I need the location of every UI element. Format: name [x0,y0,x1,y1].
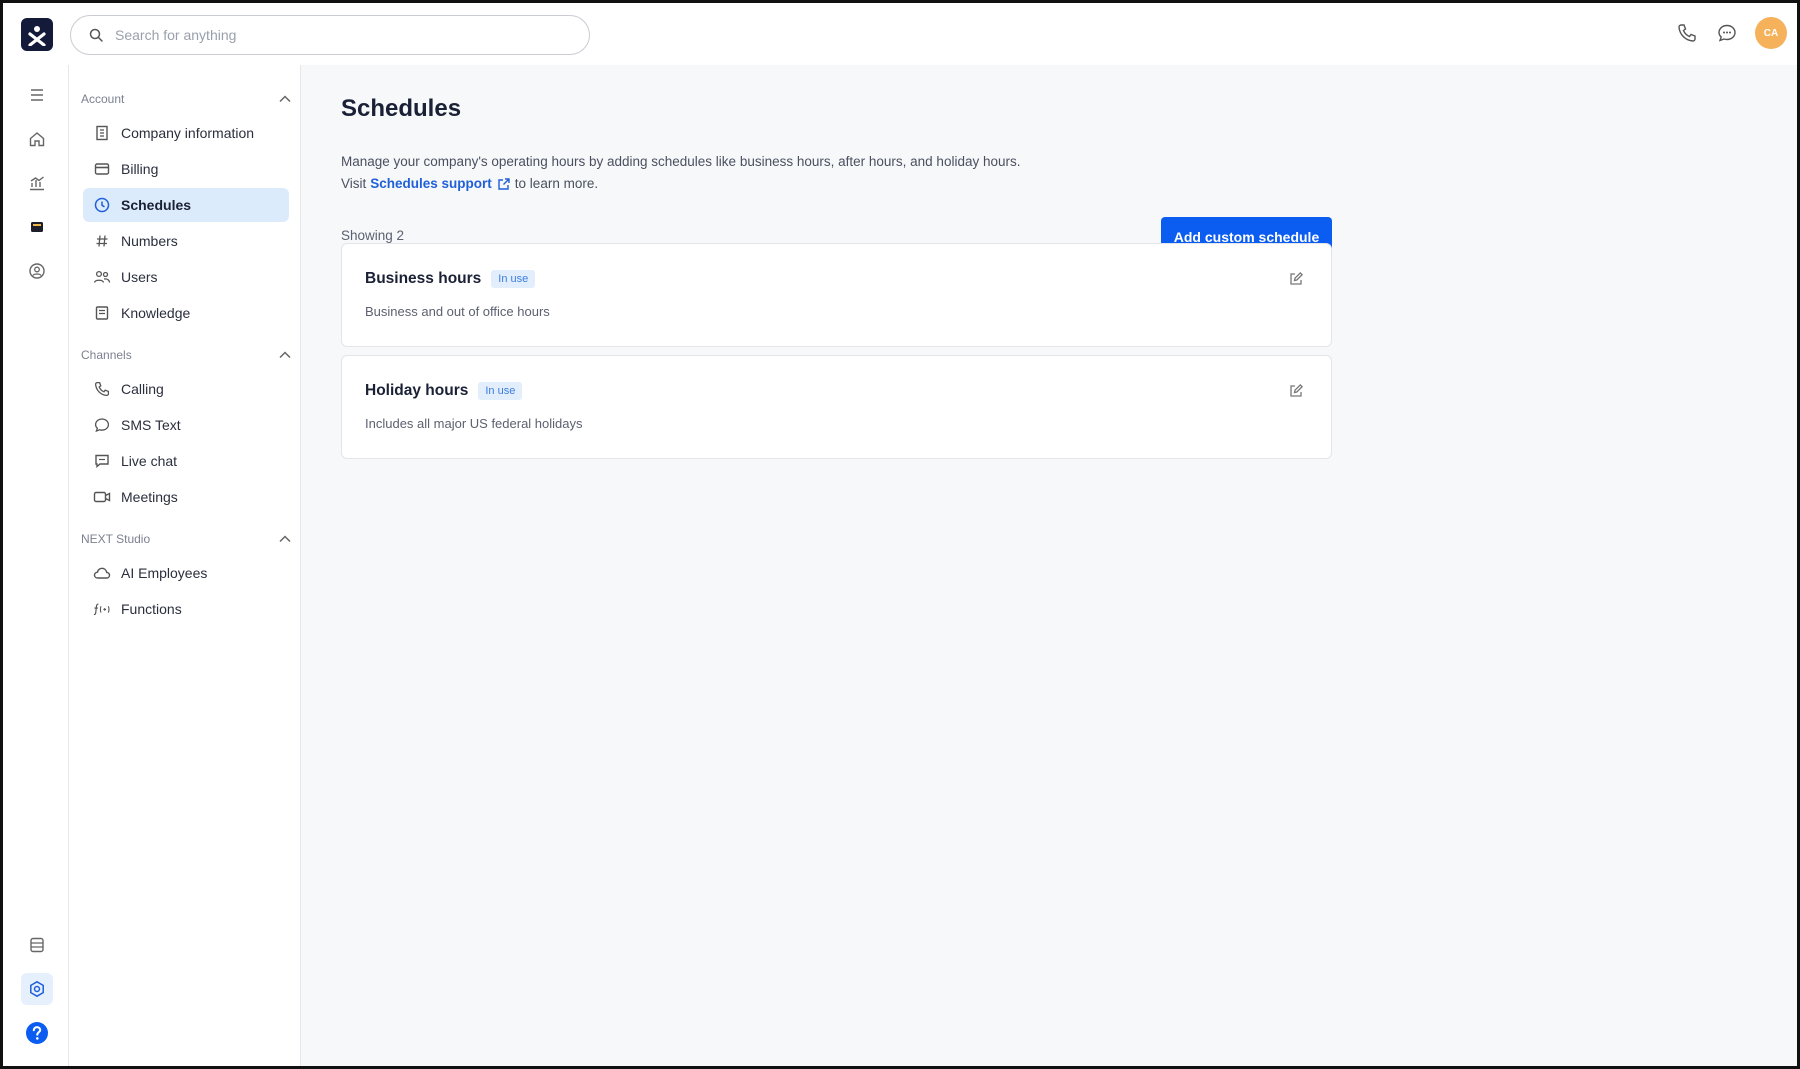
schedule-description: Includes all major US federal holidays [365,416,583,431]
sidebar-item-label: Knowledge [121,305,191,321]
card-title-row: Holiday hours In use [365,382,523,400]
users-icon [93,268,111,286]
chevron-up-icon[interactable] [279,535,291,543]
page-title: Schedules [341,95,462,122]
video-icon [93,488,111,506]
sidebar-item-label: Calling [121,381,164,397]
section-channels[interactable]: Channels [81,345,291,365]
cloud-icon [93,564,111,582]
card-title-row: Business hours In use [365,270,536,288]
hash-icon [93,232,111,250]
help-icon[interactable] [21,1017,53,1049]
credit-card-icon [93,160,111,178]
section-account[interactable]: Account [81,89,291,109]
function-icon [93,600,111,618]
phone-icon [93,380,111,398]
external-link-icon [498,177,510,190]
avatar[interactable]: CA [1755,17,1787,49]
sidebar-item-label: AI Employees [121,565,208,581]
schedule-name: Holiday hours [365,382,469,399]
schedule-card-business-hours[interactable]: Business hours In use Business and out o… [341,243,1332,347]
schedule-description: Business and out of office hours [365,304,550,319]
visit-text: Visit [341,176,367,191]
contacts-icon[interactable] [21,255,53,287]
support-link-label: Schedules support [370,176,492,191]
sidebar-item-label: Live chat [121,453,178,469]
page-description: Manage your company's operating hours by… [341,154,1021,169]
sidebar-item-users[interactable]: Users [83,260,289,294]
sidebar-item-ai-employees[interactable]: AI Employees [83,556,289,590]
sidebar-item-label: Billing [121,161,159,177]
support-line: Visit Schedules support to learn more. [341,176,598,191]
sidebar-item-label: Company information [121,125,255,141]
analytics-icon[interactable] [21,167,53,199]
live-chat-icon [93,452,111,470]
schedule-name: Business hours [365,270,482,287]
top-actions: CA [1675,17,1787,49]
top-bar: CA [3,3,1797,65]
chevron-up-icon[interactable] [279,95,291,103]
section-title: Channels [81,348,132,362]
chat-icon[interactable] [1715,21,1739,45]
app-logo[interactable] [21,18,53,51]
section-title: Account [81,92,125,106]
database-icon[interactable] [21,929,53,961]
main-content: Schedules Manage your company's operatin… [301,65,1797,1066]
menu-icon[interactable] [21,79,53,111]
sidebar-item-label: Schedules [121,197,192,213]
sidebar-item-label: SMS Text [121,417,181,433]
phone-icon[interactable] [1675,21,1699,45]
edit-icon[interactable] [1287,382,1305,400]
inbox-icon[interactable] [21,211,53,243]
sidebar-item-billing[interactable]: Billing [83,152,289,186]
sidebar-item-label: Numbers [121,233,178,249]
chat-bubble-icon [93,416,111,434]
status-badge: In use [491,270,536,288]
settings-sidebar: Account Company information Billing Sche… [69,65,301,1066]
sidebar-item-company-information[interactable]: Company information [83,116,289,150]
sidebar-item-label: Functions [121,601,182,617]
building-icon [93,124,111,142]
chevron-up-icon[interactable] [279,351,291,359]
sidebar-item-live-chat[interactable]: Live chat [83,444,289,478]
home-icon[interactable] [21,123,53,155]
sidebar-item-label: Meetings [121,489,178,505]
app-window: CA Account [0,0,1800,1069]
sidebar-item-knowledge[interactable]: Knowledge [83,296,289,330]
sidebar-item-numbers[interactable]: Numbers [83,224,289,258]
section-next-studio[interactable]: NEXT Studio [81,529,291,549]
search-icon [89,28,103,42]
sidebar-item-schedules[interactable]: Schedules [83,188,289,222]
settings-icon[interactable] [21,973,53,1005]
search-input[interactable] [115,27,555,43]
clock-icon [93,196,111,214]
edit-icon[interactable] [1287,270,1305,288]
logo-icon [28,25,46,46]
section-title: NEXT Studio [81,532,151,546]
left-rail [3,65,69,1066]
status-badge: In use [478,382,523,400]
sidebar-item-functions[interactable]: Functions [83,592,289,626]
sidebar-item-calling[interactable]: Calling [83,372,289,406]
book-icon [93,304,111,322]
sidebar-item-meetings[interactable]: Meetings [83,480,289,514]
sidebar-item-sms-text[interactable]: SMS Text [83,408,289,442]
schedules-support-link[interactable]: Schedules support [370,176,511,191]
schedule-card-holiday-hours[interactable]: Holiday hours In use Includes all major … [341,355,1332,459]
sidebar-item-label: Users [121,269,158,285]
search-bar[interactable] [70,15,590,55]
results-count: Showing 2 [341,228,405,243]
learn-more-text: to learn more. [514,176,599,191]
